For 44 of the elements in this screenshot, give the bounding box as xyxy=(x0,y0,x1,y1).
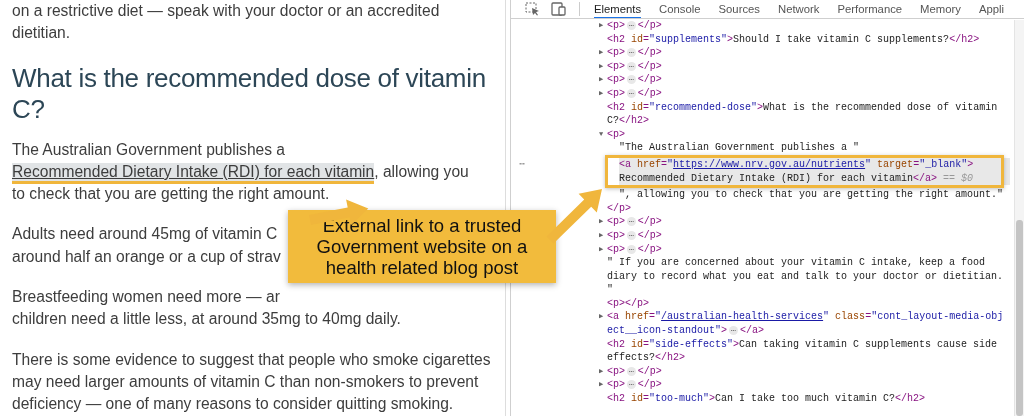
code-line[interactable]: <p> ⋯ </p> xyxy=(607,364,1010,379)
code-line[interactable]: <h2 id="side-effects">Can taking vitamin C supplements cause side xyxy=(607,337,1010,352)
devtools-tab[interactable]: Performance xyxy=(837,0,912,18)
code-line[interactable]: <p> ⋯ </p> xyxy=(607,86,1010,101)
code-line[interactable]: <p> ⋯ </p> xyxy=(607,46,1010,60)
code-line[interactable]: <p> ⋯ </p> xyxy=(607,378,1010,393)
devtools-tab[interactable]: Memory xyxy=(920,0,970,18)
code-line[interactable]: <p> ⋯ </p> xyxy=(607,73,1010,87)
devtools-tab[interactable]: Network xyxy=(778,0,829,18)
inspect-icon[interactable] xyxy=(525,2,541,16)
device-icon[interactable] xyxy=(551,2,567,16)
code-line[interactable]: <p> xyxy=(607,127,1010,142)
article-heading: What is the recommended dose of vitamin C? xyxy=(12,62,487,125)
scrollbar[interactable] xyxy=(1014,20,1024,416)
paragraph: There is some evidence to suggest that people who smoke cigarettes may need larger amounts of vitamin C than non-smokers to prevent deficiency — one of many reasons to consider quitting smoking. xyxy=(12,349,491,415)
code-line[interactable]: C?</h2> xyxy=(607,114,1010,128)
code-line[interactable]: " If you are concerned about your vitamin C intake, keep a food xyxy=(607,256,1010,270)
code-line[interactable]: "The Australian Government publishes a " xyxy=(619,141,1010,155)
paragraph: Adults need around 45mg of vitamin C around half an orange or a cup of strav xyxy=(12,224,281,267)
code-line[interactable]: diary to record what you eat and talk to your doctor or dietitian. xyxy=(607,269,1010,284)
external-link[interactable]: Recommended Dietary Intake (RDI) for each vitamin xyxy=(12,162,375,184)
devtools-tab[interactable]: Elements xyxy=(594,0,642,18)
code-line[interactable]: <p></p> xyxy=(607,296,1010,311)
code-line[interactable]: <p> ⋯ </p> xyxy=(607,215,1010,229)
paragraph: on a restrictive diet — speak with your doctor or an accredited dietitian. xyxy=(12,1,440,44)
code-line[interactable]: </p> xyxy=(607,201,1010,216)
devtools-tab[interactable]: Appli xyxy=(978,0,1014,18)
code-line[interactable]: <p> ⋯ </p> xyxy=(607,19,1010,33)
paragraph: The Australian Government publishes a Recommended Dietary Intake (RDI) for each vitamin, allowing you to check that you are getting the right amount. xyxy=(12,139,470,205)
code-line[interactable]: effects?</h2> xyxy=(607,351,1010,365)
code-line[interactable]: ", allowing you to check that you are getting the right amount." xyxy=(619,188,1010,202)
devtools-tab[interactable]: Sources xyxy=(718,0,769,18)
code-line[interactable]: <p> ⋯ </p> xyxy=(607,242,1010,257)
code-line[interactable]: <p> ⋯ </p> xyxy=(607,59,1010,74)
row-menu-icon[interactable]: ⋯ xyxy=(511,157,599,172)
paragraph: Breastfeeding women need more — ar children need a little less, at around 35mg to 40mg daily. xyxy=(12,287,401,330)
code-line[interactable]: " xyxy=(607,283,1010,297)
code-line[interactable]: ect__icon-standout"> ⋯ </a> xyxy=(607,324,1010,338)
devtools-tab[interactable]: Console xyxy=(659,0,710,18)
code-line[interactable]: <h2 id="recommended-dose">What is the recommended dose of vitamin xyxy=(607,100,1010,115)
code-line[interactable]: <h2 id="too-much">Can I take too much vitamin C?</h2> xyxy=(607,392,1010,406)
code-line[interactable]: <p> ⋯ </p> xyxy=(607,228,1010,243)
code-line[interactable]: <h2 id="supplements">Should I take vitamin C supplements?</h2> xyxy=(607,32,1010,47)
code-line[interactable]: <a href="/australian-health-services" class="cont_layout-media-obj xyxy=(607,310,1010,325)
